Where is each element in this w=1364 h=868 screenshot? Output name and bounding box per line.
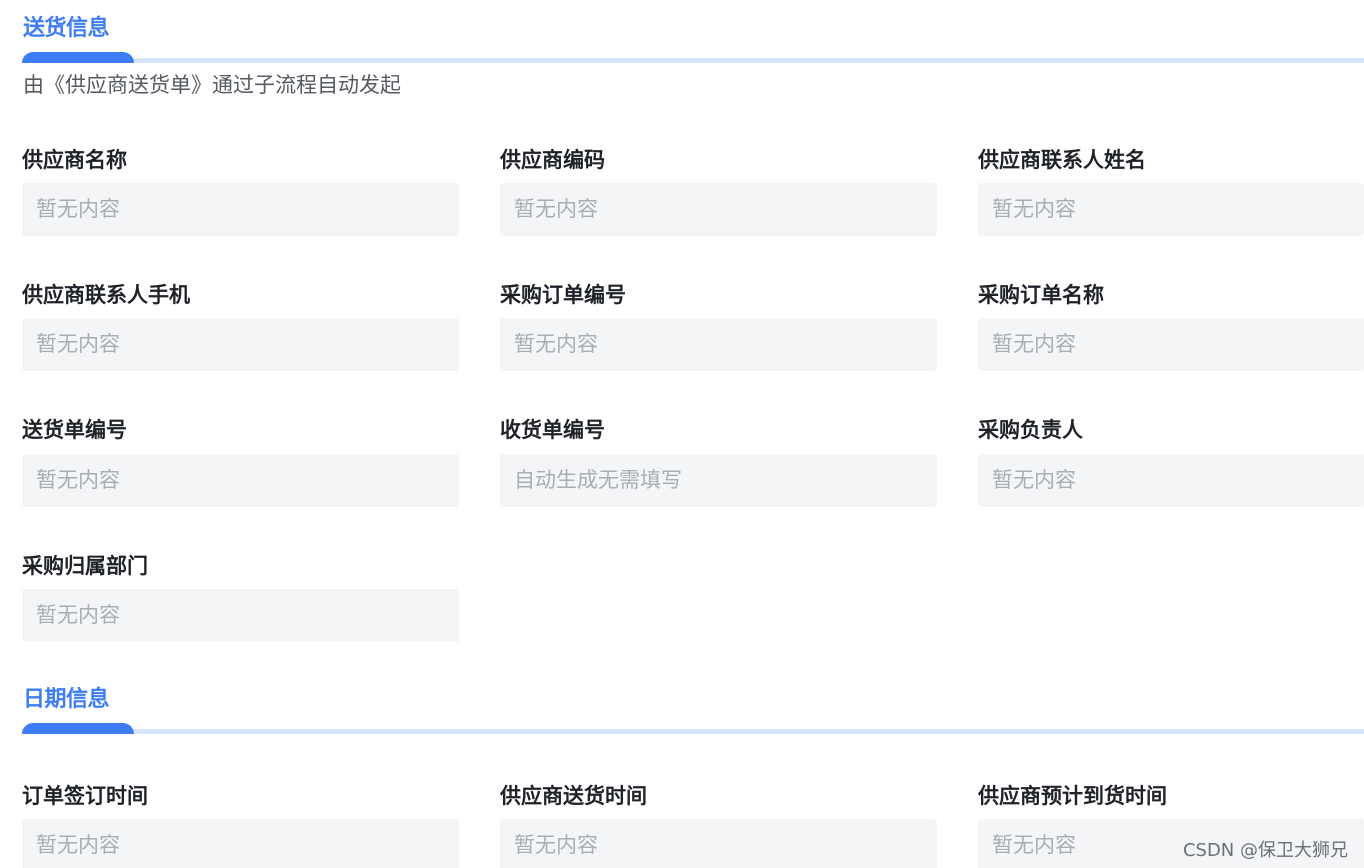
field-supplier-contact-phone[interactable]: 暂无内容 [22, 318, 459, 371]
section-divider-date [22, 723, 1364, 735]
section-divider-accent [22, 723, 134, 734]
field-label-purchase-order-number: 采购订单编号 [500, 283, 626, 307]
field-purchase-order-number[interactable]: 暂无内容 [500, 318, 937, 371]
field-label-supplier-code: 供应商编码 [500, 148, 605, 172]
field-purchasing-department[interactable]: 暂无内容 [22, 589, 459, 642]
field-label-purchase-order-name: 采购订单名称 [978, 283, 1104, 307]
section-divider-delivery [22, 52, 1364, 64]
field-label-supplier-expected-arrival-time: 供应商预计到货时间 [978, 784, 1167, 808]
field-label-delivery-note-number: 送货单编号 [22, 418, 127, 442]
field-supplier-name[interactable]: 暂无内容 [22, 183, 459, 236]
field-supplier-contact-name[interactable]: 暂无内容 [978, 183, 1364, 236]
section-divider-track [22, 58, 1364, 63]
section-description: 由《供应商送货单》通过子流程自动发起 [23, 73, 401, 97]
field-label-receipt-number: 收货单编号 [500, 418, 605, 442]
field-receipt-number[interactable]: 自动生成无需填写 [500, 454, 937, 507]
field-label-purchasing-department: 采购归属部门 [22, 554, 148, 578]
field-label-supplier-contact-name: 供应商联系人姓名 [978, 148, 1146, 172]
field-order-signing-time[interactable]: 暂无内容 [22, 819, 459, 868]
field-label-purchasing-manager: 采购负责人 [978, 418, 1083, 442]
form-page: 送货信息 由《供应商送货单》通过子流程自动发起 供应商名称 暂无内容 供应商编码… [0, 0, 1364, 868]
field-supplier-code[interactable]: 暂无内容 [500, 183, 937, 236]
section-divider-accent [22, 52, 134, 63]
field-delivery-note-number[interactable]: 暂无内容 [22, 454, 459, 507]
section-title-date: 日期信息 [23, 687, 110, 712]
field-purchase-order-name[interactable]: 暂无内容 [978, 318, 1364, 371]
section-divider-track [22, 729, 1364, 734]
field-label-supplier-delivery-time: 供应商送货时间 [500, 784, 647, 808]
section-title-delivery: 送货信息 [23, 16, 110, 41]
field-supplier-delivery-time[interactable]: 暂无内容 [500, 819, 937, 868]
field-label-order-signing-time: 订单签订时间 [22, 784, 148, 808]
field-label-supplier-contact-phone: 供应商联系人手机 [22, 283, 190, 307]
field-label-supplier-name: 供应商名称 [22, 148, 127, 172]
field-purchasing-manager[interactable]: 暂无内容 [978, 454, 1364, 507]
watermark: CSDN @保卫大狮兄 [1182, 840, 1348, 861]
